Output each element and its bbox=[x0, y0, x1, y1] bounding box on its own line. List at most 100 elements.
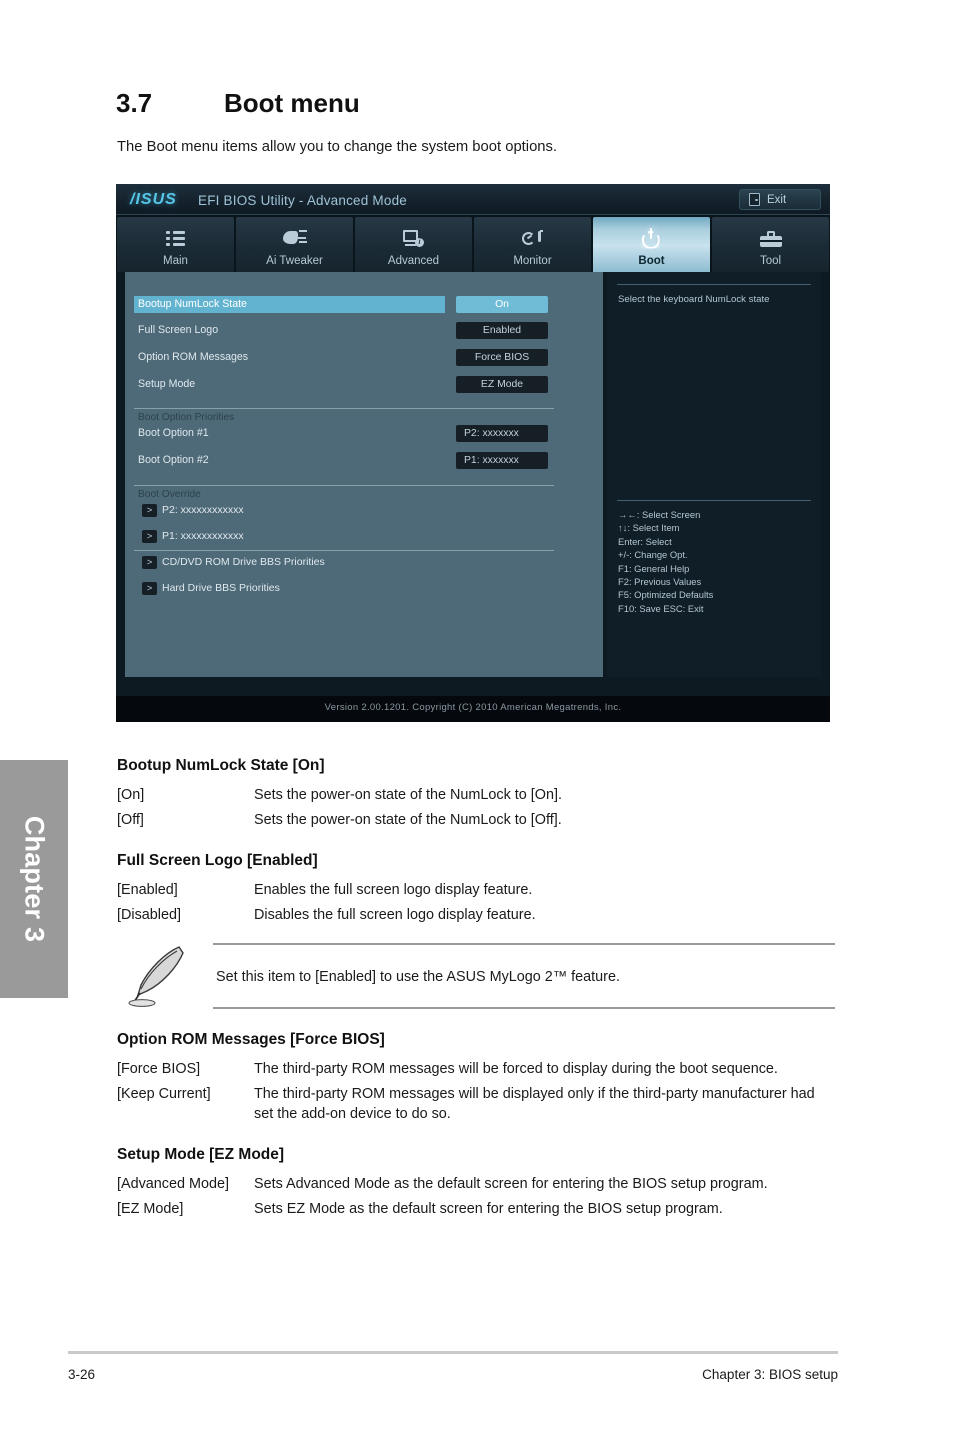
divider bbox=[134, 550, 554, 551]
settings-panel: Bootup NumLock State On Full Screen Logo… bbox=[125, 272, 603, 677]
quill-pen-icon bbox=[128, 946, 184, 1007]
advanced-monitor-icon: i bbox=[403, 225, 424, 252]
manual-page: Chapter 3 3.7 Boot menu The Boot menu ite… bbox=[0, 0, 954, 1438]
bbs-item-harddrive[interactable]: > Hard Drive BBS Priorities bbox=[125, 581, 603, 601]
doc-key: [Advanced Mode] bbox=[117, 1176, 229, 1192]
key-legend-item: F5: Optimized Defaults bbox=[618, 589, 714, 601]
chevron-right-icon: > bbox=[142, 530, 157, 543]
divider bbox=[213, 1007, 835, 1009]
setting-row-boot-option-2[interactable]: Boot Option #2 P1: xxxxxxx bbox=[125, 452, 603, 474]
doc-desc: Sets Advanced Mode as the default screen… bbox=[254, 1176, 768, 1192]
setting-label: Boot Option #2 bbox=[138, 454, 209, 466]
doc-row: [Enabled] Enables the full screen logo d… bbox=[117, 880, 835, 900]
note-text: Set this item to [Enabled] to use the AS… bbox=[216, 969, 620, 985]
bbs-item-label: Hard Drive BBS Priorities bbox=[162, 582, 280, 594]
setting-label: Option ROM Messages bbox=[138, 351, 249, 363]
asus-logo: /ISUS bbox=[130, 191, 177, 208]
setting-value-boot-option-1[interactable]: P2: xxxxxxx bbox=[456, 425, 548, 442]
tab-boot[interactable]: Boot bbox=[593, 217, 710, 272]
doc-desc: Disables the full screen logo display fe… bbox=[254, 907, 536, 923]
doc-key: [On] bbox=[117, 787, 145, 803]
tab-ai-tweaker[interactable]: Ai Tweaker bbox=[236, 217, 353, 272]
documentation: Bootup NumLock State [On] [On] Sets the … bbox=[117, 757, 835, 1224]
boot-option-priorities-title: Boot Option Priorities bbox=[138, 412, 235, 423]
section-intro: The Boot menu items allow you to change … bbox=[117, 139, 558, 155]
tweaker-icon bbox=[282, 225, 307, 252]
boot-override-title: Boot Override bbox=[138, 489, 201, 500]
tab-main-label: Main bbox=[163, 255, 188, 267]
bios-titlebar: /ISUS EFI BIOS Utility - Advanced Mode E… bbox=[116, 184, 830, 215]
doc-row: [EZ Mode] Sets EZ Mode as the default sc… bbox=[117, 1199, 835, 1219]
key-legend-item: →←: Select Screen bbox=[618, 509, 701, 520]
tab-main[interactable]: Main bbox=[117, 217, 234, 272]
bbs-item-label: CD/DVD ROM Drive BBS Priorities bbox=[162, 556, 325, 568]
doc-key: [EZ Mode] bbox=[117, 1201, 184, 1217]
help-text: Select the keyboard NumLock state bbox=[618, 294, 770, 305]
setting-label: Bootup NumLock State bbox=[138, 298, 247, 310]
bios-tabbar: Main Ai Tweaker i Advanced Monitor Boot … bbox=[116, 215, 830, 272]
setting-label: Setup Mode bbox=[138, 378, 196, 390]
doc-heading-option-rom: Option ROM Messages [Force BIOS] bbox=[117, 1031, 385, 1048]
setting-row-setup-mode[interactable]: Setup Mode EZ Mode bbox=[125, 376, 603, 397]
setting-row-boot-option-1[interactable]: Boot Option #1 P2: xxxxxxx bbox=[125, 425, 603, 447]
doc-desc: Sets the power-on state of the NumLock t… bbox=[254, 812, 562, 828]
divider bbox=[213, 943, 835, 945]
doc-desc: Sets the power-on state of the NumLock t… bbox=[254, 787, 562, 803]
setting-value-bootup-numlock[interactable]: On bbox=[456, 296, 548, 313]
bios-body: Bootup NumLock State On Full Screen Logo… bbox=[116, 272, 830, 696]
doc-heading-bootup-numlock: Bootup NumLock State [On] bbox=[117, 757, 325, 774]
tab-boot-label: Boot bbox=[638, 255, 665, 267]
divider bbox=[134, 408, 554, 409]
tab-advanced[interactable]: i Advanced bbox=[355, 217, 472, 272]
chapter-side-tab-label: Chapter 3 bbox=[19, 815, 50, 943]
doc-key: [Enabled] bbox=[117, 882, 178, 898]
setting-label: Full Screen Logo bbox=[138, 324, 219, 336]
tab-tool[interactable]: Tool bbox=[712, 217, 829, 272]
section-number: 3.7 bbox=[116, 88, 153, 118]
bios-version-text: Version 2.00.1201. Copyright (C) 2010 Am… bbox=[324, 702, 622, 713]
key-legend: →←: Select Screen ↑↓: Select Item Enter:… bbox=[618, 508, 814, 615]
doc-desc: Enables the full screen logo display fea… bbox=[254, 882, 533, 898]
exit-button-label: Exit bbox=[767, 193, 787, 206]
page-title: 3.7 Boot menu bbox=[116, 88, 360, 119]
setting-value-full-screen-logo[interactable]: Enabled bbox=[456, 322, 548, 339]
doc-heading-full-screen-logo: Full Screen Logo [Enabled] bbox=[117, 852, 318, 869]
doc-key: [Force BIOS] bbox=[117, 1061, 201, 1077]
tab-monitor-label: Monitor bbox=[513, 255, 552, 267]
exit-door-icon bbox=[749, 193, 760, 206]
key-legend-item: F10: Save ESC: Exit bbox=[618, 602, 704, 614]
list-icon bbox=[166, 225, 185, 252]
bbs-item-cddvd[interactable]: > CD/DVD ROM Drive BBS Priorities bbox=[125, 555, 603, 575]
doc-row: [Force BIOS] The third-party ROM message… bbox=[117, 1059, 835, 1079]
setting-value-option-rom-messages[interactable]: Force BIOS bbox=[456, 349, 548, 366]
setting-row-bootup-numlock[interactable]: Bootup NumLock State On bbox=[125, 296, 603, 317]
doc-heading-setup-mode: Setup Mode [EZ Mode] bbox=[117, 1146, 285, 1163]
doc-key: [Keep Current] bbox=[117, 1086, 211, 1102]
chevron-right-icon: > bbox=[142, 504, 157, 517]
divider bbox=[134, 485, 554, 486]
footer-chapter-label: Chapter 3: BIOS setup bbox=[702, 1367, 838, 1382]
note-box: Set this item to [Enabled] to use the AS… bbox=[117, 943, 835, 1009]
tab-monitor[interactable]: Monitor bbox=[474, 217, 591, 272]
tab-advanced-label: Advanced bbox=[387, 255, 440, 267]
setting-row-option-rom-messages[interactable]: Option ROM Messages Force BIOS bbox=[125, 349, 603, 370]
boot-override-item-p1[interactable]: > P1: xxxxxxxxxxxx bbox=[125, 529, 603, 549]
tab-ai-tweaker-label: Ai Tweaker bbox=[266, 255, 323, 267]
exit-button[interactable]: Exit bbox=[739, 189, 821, 210]
toolbox-icon bbox=[759, 225, 782, 252]
setting-value-boot-option-2[interactable]: P1: xxxxxxx bbox=[456, 452, 548, 469]
setting-value-setup-mode[interactable]: EZ Mode bbox=[456, 376, 548, 393]
setting-label: Boot Option #1 bbox=[138, 427, 209, 439]
doc-key: [Disabled] bbox=[117, 907, 181, 923]
boot-override-item-p2[interactable]: > P2: xxxxxxxxxxxx bbox=[125, 503, 603, 523]
doc-desc: The third-party ROM messages will be for… bbox=[254, 1061, 778, 1077]
key-legend-item: Enter: Select bbox=[618, 535, 672, 547]
boot-override-label: P2: xxxxxxxxxxxx bbox=[162, 504, 244, 516]
section-title: Boot menu bbox=[224, 88, 360, 118]
doc-row: [On] Sets the power-on state of the NumL… bbox=[117, 785, 835, 805]
setting-row-full-screen-logo[interactable]: Full Screen Logo Enabled bbox=[125, 322, 603, 343]
divider bbox=[617, 500, 811, 501]
help-panel: Select the keyboard NumLock state →←: Se… bbox=[607, 272, 821, 677]
doc-row: [Keep Current] The third-party ROM messa… bbox=[117, 1084, 835, 1124]
footer-divider bbox=[68, 1351, 838, 1354]
